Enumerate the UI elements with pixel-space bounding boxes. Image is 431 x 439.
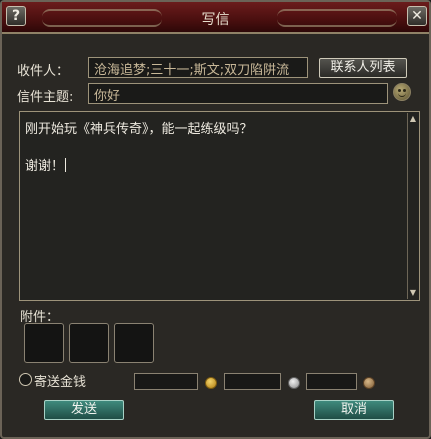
scroll-down-icon[interactable]: ▼ [408, 287, 418, 299]
message-line-2: 谢谢！ [25, 155, 67, 174]
message-body-textarea[interactable]: 刚开始玩《神兵传奇》，能一起练级吗？ 谢谢！ ▲ ▼ [19, 111, 420, 301]
copper-amount-input[interactable] [306, 373, 357, 390]
attachment-slot-2[interactable] [69, 323, 109, 363]
gold-coin-icon [205, 377, 217, 389]
close-icon[interactable]: ✕ [407, 6, 427, 26]
scroll-up-icon[interactable]: ▲ [408, 113, 418, 125]
message-line-2-text: 谢谢！ [25, 159, 65, 174]
silver-coin-icon [288, 377, 300, 389]
copper-coin-icon [363, 377, 375, 389]
subject-value: 你好 [94, 89, 121, 104]
cancel-button[interactable]: 取消 [314, 400, 394, 420]
title-bar[interactable]: 写信 ? ✕ [2, 2, 429, 34]
gold-amount-input[interactable] [134, 373, 198, 390]
silver-amount-input[interactable] [224, 373, 281, 390]
message-line-1: 刚开始玩《神兵传奇》，能一起练级吗？ [25, 122, 253, 137]
window-title: 写信 [201, 12, 230, 28]
send-button[interactable]: 发送 [44, 400, 124, 420]
send-money-radio[interactable] [19, 373, 32, 386]
attachment-slot-1[interactable] [24, 323, 64, 363]
emoticon-icon[interactable] [393, 83, 411, 101]
attachment-slot-3[interactable] [114, 323, 154, 363]
recipient-value: 沧海追梦;三十一;斯文;双刀陷阱流 [94, 63, 290, 78]
text-cursor [65, 158, 67, 172]
contacts-list-button[interactable]: 联系人列表 [319, 58, 407, 78]
message-scrollbar[interactable]: ▲ ▼ [407, 113, 418, 299]
subject-label: 信件主题: [17, 90, 74, 105]
mail-window: 写信 ? ✕ 收件人： 沧海追梦;三十一;斯文;双刀陷阱流 联系人列表 信件主题… [0, 0, 431, 439]
recipient-input[interactable]: 沧海追梦;三十一;斯文;双刀陷阱流 [88, 57, 308, 78]
help-icon[interactable]: ? [6, 6, 26, 26]
recipient-label: 收件人： [17, 64, 70, 79]
subject-input[interactable]: 你好 [88, 83, 388, 104]
send-money-label: 寄送金钱 [34, 375, 87, 390]
